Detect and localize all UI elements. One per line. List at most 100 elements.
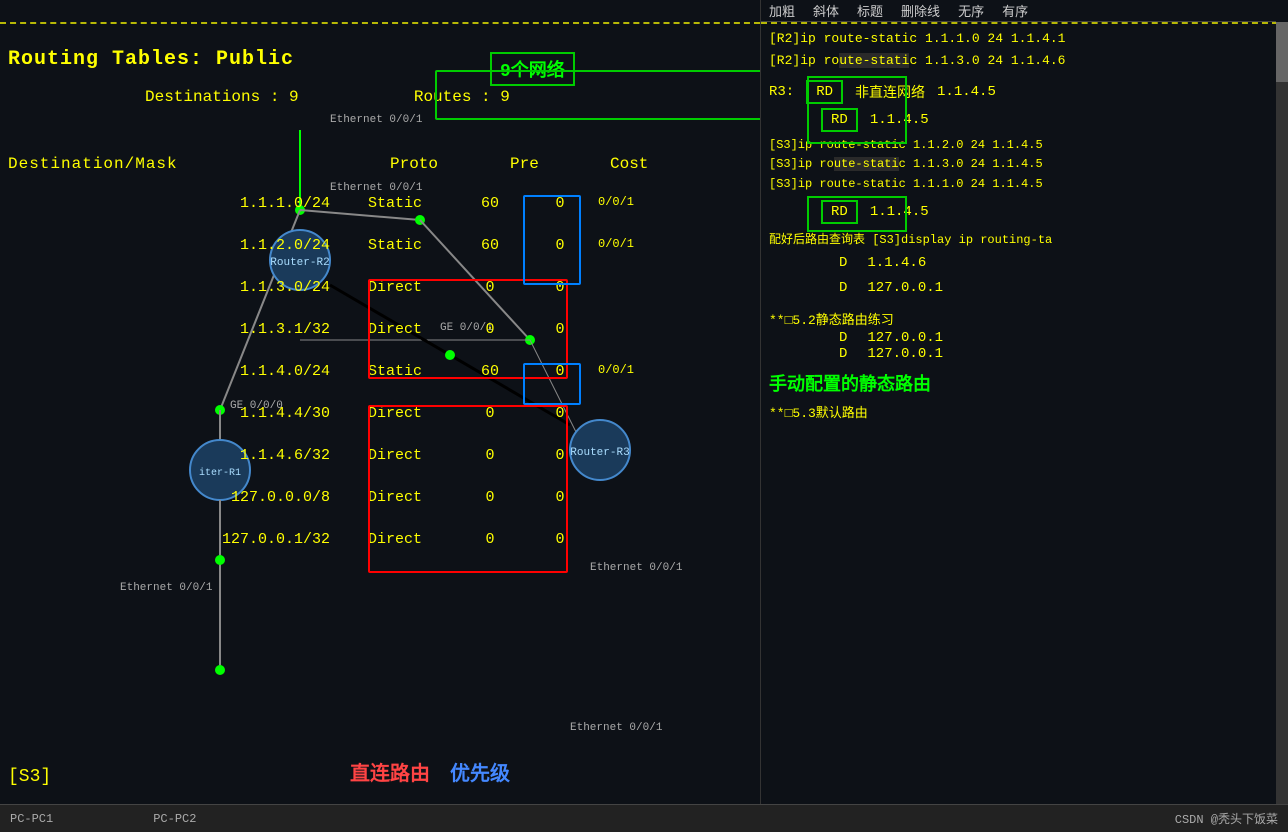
cost-5: 0 bbox=[530, 363, 590, 380]
pre-6: 0 bbox=[450, 405, 530, 422]
dest-7: 1.1.4.6/32 bbox=[0, 447, 340, 464]
destinations-label: Destinations : 9 bbox=[145, 88, 299, 106]
d-line-3: D 127.0.0.1 bbox=[769, 330, 1274, 346]
proto-6: Direct bbox=[340, 405, 450, 422]
svg-text:Ethernet 0/0/1: Ethernet 0/0/1 bbox=[120, 582, 213, 594]
proto-header: Proto bbox=[390, 155, 438, 173]
d-badge-3: D bbox=[839, 330, 847, 346]
right-top-dashed bbox=[761, 22, 1288, 24]
rd-badge-3: RD bbox=[821, 200, 858, 224]
right-panel: 加粗 斜体 标题 删除线 无序 有序 [R2]ip route-static 1… bbox=[760, 0, 1288, 832]
d-badge-1: D bbox=[839, 251, 847, 276]
section-53: **□5.3默认路由 bbox=[769, 402, 1274, 421]
cost-2: 0 bbox=[530, 237, 590, 254]
d-ip-3: 127.0.0.1 bbox=[867, 330, 943, 346]
toolbar: 加粗 斜体 标题 删除线 无序 有序 bbox=[761, 0, 1276, 22]
dest-mask-header: Destination/Mask bbox=[8, 155, 178, 173]
code-line-2: [R2]ip route-static 1.1.3.0 24 1.1.4.6 bbox=[769, 50, 1274, 72]
rd-badge-1: RD bbox=[806, 80, 843, 104]
svg-text:Ethernet 0/0/1: Ethernet 0/0/1 bbox=[330, 182, 423, 194]
pre-9: 0 bbox=[450, 531, 530, 548]
bottom-labels: 直连路由 优先级 bbox=[350, 757, 510, 787]
s3-line-2: [S3]ip route-static 1.1.3.0 24 1.1.4.5 bbox=[769, 155, 1274, 174]
third-rd-line: RD 1.1.4.5 bbox=[769, 200, 1274, 224]
rd-badge-2: RD bbox=[821, 108, 858, 132]
if-1: 0/0/1 bbox=[590, 195, 634, 212]
table-row: 1.1.3.1/32 Direct 0 0 bbox=[0, 321, 750, 338]
third-rd-ip: 1.1.4.5 bbox=[870, 204, 929, 220]
table-row: 1.1.1.0/24 Static 60 0 0/0/1 bbox=[0, 195, 750, 212]
pre-2: 60 bbox=[450, 237, 530, 254]
code-block: [R2]ip route-static 1.1.1.0 24 1.1.4.1 [… bbox=[769, 28, 1274, 72]
toolbar-bold[interactable]: 加粗 bbox=[769, 1, 795, 20]
proto-1: Static bbox=[340, 195, 450, 212]
scrollbar[interactable] bbox=[1276, 22, 1288, 804]
main-container: Router-R2 Router-R3 iter-R1 Ethernet 0/0… bbox=[0, 0, 1288, 832]
d-ip-1: 1.1.4.6 bbox=[867, 251, 926, 276]
d-badge-2: D bbox=[839, 276, 847, 301]
proto-9: Direct bbox=[340, 531, 450, 548]
toolbar-heading[interactable]: 标题 bbox=[857, 1, 883, 20]
scrollbar-thumb[interactable] bbox=[1276, 22, 1288, 82]
proto-5: Static bbox=[340, 363, 450, 380]
static-route-label: 手动配置的静态路由 bbox=[769, 370, 1274, 396]
d-ip-4: 127.0.0.1 bbox=[867, 346, 943, 362]
toolbar-italic[interactable]: 斜体 bbox=[813, 1, 839, 20]
d-line-2: D 127.0.0.1 bbox=[769, 276, 1274, 301]
pre-4: 0 bbox=[450, 321, 530, 338]
pre-5: 60 bbox=[450, 363, 530, 380]
dest-5: 1.1.4.0/24 bbox=[0, 363, 340, 380]
cost-4: 0 bbox=[530, 321, 590, 338]
proto-4: Direct bbox=[340, 321, 450, 338]
dest-3: 1.1.3.0/24 bbox=[0, 279, 340, 296]
pre-7: 0 bbox=[450, 447, 530, 464]
s3-label: [S3] bbox=[8, 767, 51, 787]
svg-text:iter-R1: iter-R1 bbox=[199, 467, 241, 479]
routing-title: Routing Tables: Public bbox=[8, 48, 294, 71]
pre-8: 0 bbox=[450, 489, 530, 506]
direct-label: 直连路由 bbox=[350, 757, 430, 787]
cost-9: 0 bbox=[530, 531, 590, 548]
priority-label: 优先级 bbox=[450, 757, 510, 787]
svg-text:Ethernet 0/0/1: Ethernet 0/0/1 bbox=[570, 722, 663, 734]
table-row: 1.1.4.0/24 Static 60 0 0/0/1 bbox=[0, 363, 750, 380]
dest-2: 1.1.2.0/24 bbox=[0, 237, 340, 254]
top-dashed-line bbox=[0, 22, 760, 24]
d-line-1: D 1.1.4.6 bbox=[769, 251, 1274, 276]
pc1-label: PC-PC1 bbox=[10, 812, 53, 826]
pre-1: 60 bbox=[450, 195, 530, 212]
svg-text:Ethernet 0/0/1: Ethernet 0/0/1 bbox=[330, 114, 423, 126]
dest-6: 1.1.4.4/30 bbox=[0, 405, 340, 422]
r3-label: R3: bbox=[769, 84, 794, 100]
cost-1: 0 bbox=[530, 195, 590, 212]
d-entries-block: D 1.1.4.6 D 127.0.0.1 bbox=[769, 251, 1274, 301]
pre-header: Pre bbox=[510, 155, 539, 173]
dest-1: 1.1.1.0/24 bbox=[0, 195, 340, 212]
cost-header: Cost bbox=[610, 155, 648, 173]
cost-3: 0 bbox=[530, 279, 590, 296]
right-content-area: [R2]ip route-static 1.1.1.0 24 1.1.4.1 [… bbox=[769, 28, 1274, 804]
d-badge-4: D bbox=[839, 346, 847, 362]
pre-3: 0 bbox=[450, 279, 530, 296]
section-52: **□5.2静态路由练习 bbox=[769, 309, 1274, 328]
proto-2: Static bbox=[340, 237, 450, 254]
toolbar-unordered[interactable]: 无序 bbox=[958, 1, 984, 20]
proto-7: Direct bbox=[340, 447, 450, 464]
if-2: 0/0/1 bbox=[590, 237, 634, 254]
proto-3: Direct bbox=[340, 279, 450, 296]
toolbar-ordered[interactable]: 有序 bbox=[1002, 1, 1028, 20]
pc2-label: PC-PC2 bbox=[153, 812, 196, 826]
table-row: 1.1.3.0/24 Direct 0 0 bbox=[0, 279, 750, 296]
table-row: 127.0.0.1/32 Direct 0 0 bbox=[0, 531, 750, 548]
code-line-1: [R2]ip route-static 1.1.1.0 24 1.1.4.1 bbox=[769, 28, 1274, 50]
config-text: 配好后路由查询表 [S3]display ip routing-ta bbox=[769, 230, 1274, 247]
table-row: 1.1.4.6/32 Direct 0 0 bbox=[0, 447, 750, 464]
bottom-pcs: PC-PC1 PC-PC2 bbox=[10, 812, 196, 826]
dest-4: 1.1.3.1/32 bbox=[0, 321, 340, 338]
svg-text:Router-R2: Router-R2 bbox=[270, 257, 329, 269]
d-line-4: D 127.0.0.1 bbox=[769, 346, 1274, 362]
destinations-routes-line: Destinations : 9 Routes : 9 bbox=[145, 88, 510, 106]
r3-rd-line: RD 1.1.4.5 bbox=[769, 108, 1274, 132]
svg-text:Ethernet 0/0/1: Ethernet 0/0/1 bbox=[590, 562, 683, 574]
toolbar-strikethrough[interactable]: 删除线 bbox=[901, 1, 940, 20]
